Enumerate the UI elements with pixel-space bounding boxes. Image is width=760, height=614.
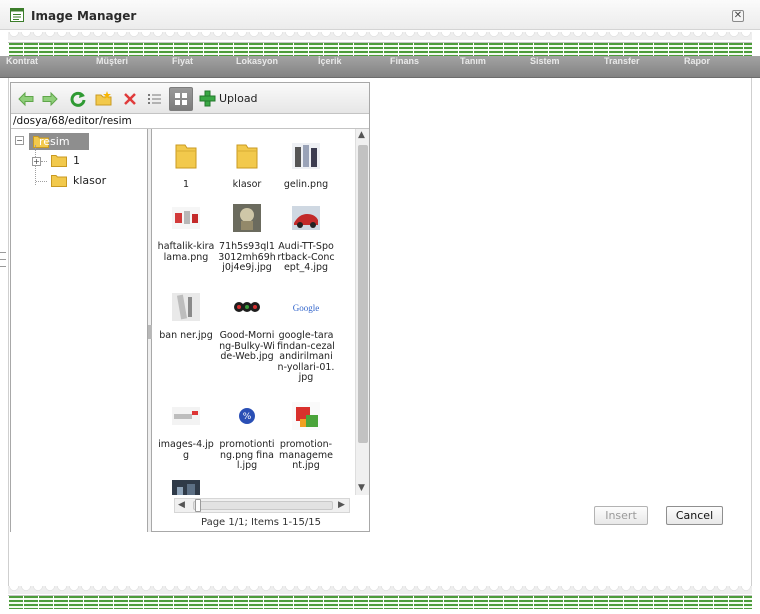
svg-text:Google: Google bbox=[293, 303, 320, 313]
delete-icon[interactable] bbox=[121, 90, 139, 108]
tree-connector bbox=[36, 181, 47, 182]
image-thumbnail bbox=[292, 402, 320, 430]
back-arrow-icon[interactable] bbox=[17, 90, 35, 108]
file-item[interactable] bbox=[157, 479, 215, 495]
file-item[interactable]: promotion-management.jpg bbox=[277, 401, 335, 472]
window-title: Image Manager bbox=[31, 9, 137, 23]
decorative-strip-top bbox=[8, 42, 752, 56]
file-item[interactable]: ban ner.jpg bbox=[157, 292, 215, 342]
new-folder-icon[interactable] bbox=[95, 90, 113, 108]
pager-status: Page 1/1; Items 1-15/15 bbox=[201, 517, 321, 528]
list-view-icon[interactable] bbox=[145, 90, 163, 108]
file-item[interactable]: gelin.png bbox=[277, 141, 335, 191]
folder-icon bbox=[51, 155, 67, 167]
file-item[interactable]: Good-Morning-Bulky-Wide-Web.jpg bbox=[218, 292, 276, 363]
tree-label: 1 bbox=[73, 154, 80, 167]
file-item[interactable]: haftalik-kiralama.png bbox=[157, 203, 215, 263]
insert-button[interactable]: Insert bbox=[594, 506, 648, 525]
image-thumbnail bbox=[172, 407, 200, 425]
file-item[interactable]: Google google-tarafindan-cezalandirilman… bbox=[277, 292, 335, 384]
background-menu-bar: Kontrat Müşteri Fiyat Lokasyon İçerik Fi… bbox=[0, 56, 760, 78]
file-list: 1 klasor gelin.png haftalik-kiralama.png… bbox=[153, 129, 369, 532]
bg-menu-item: Transfer bbox=[604, 56, 640, 66]
file-item[interactable]: kelaycar bbox=[218, 479, 276, 495]
file-item[interactable]: % promotionting.png final.jpg bbox=[218, 401, 276, 472]
current-path: /dosya/68/editor/resim bbox=[11, 114, 369, 129]
bg-menu-item: Sistem bbox=[530, 56, 560, 66]
tree-connector bbox=[41, 161, 47, 162]
decorative-border-bottom bbox=[8, 586, 752, 594]
decorative-border-top bbox=[8, 32, 752, 40]
bg-menu-item: Tanım bbox=[460, 56, 486, 66]
bg-menu-item: Lokasyon bbox=[236, 56, 279, 66]
tree-label: resim bbox=[39, 135, 70, 148]
image-thumbnail: kelaycar bbox=[291, 479, 321, 495]
zoom-slider-handle[interactable] bbox=[195, 499, 201, 512]
image-manager-icon bbox=[10, 8, 24, 22]
svg-text:%: % bbox=[243, 412, 252, 422]
image-thumbnail bbox=[172, 480, 200, 495]
bg-menu-item: İçerik bbox=[318, 56, 342, 66]
image-thumbnail bbox=[233, 298, 261, 316]
pane-splitter[interactable] bbox=[148, 129, 152, 532]
background-edge-marks bbox=[0, 250, 6, 280]
thumbnail-view-button[interactable] bbox=[169, 87, 193, 111]
image-thumbnail bbox=[233, 204, 261, 232]
folder-icon bbox=[236, 144, 258, 169]
decorative-strip-bottom bbox=[8, 595, 752, 609]
bg-menu-item: Müşteri bbox=[96, 56, 129, 66]
image-thumbnail: kelaycar bbox=[232, 479, 262, 495]
refresh-icon[interactable] bbox=[69, 90, 87, 108]
image-thumbnail bbox=[172, 293, 200, 321]
scroll-left-icon[interactable]: ◀ bbox=[178, 500, 185, 510]
folder-tree: − resim + 1 klasor bbox=[11, 129, 148, 532]
image-thumbnail bbox=[292, 206, 320, 230]
image-thumbnail bbox=[292, 143, 320, 169]
file-item[interactable]: Audi-TT-Sportback-Concept_4.jpg bbox=[277, 203, 335, 274]
folder-icon bbox=[175, 144, 197, 169]
vertical-scrollbar[interactable]: ▲ ▼ bbox=[355, 129, 369, 495]
file-item[interactable]: kelaycar bbox=[277, 479, 335, 495]
toolbar: Upload bbox=[11, 83, 369, 114]
forward-arrow-icon[interactable] bbox=[41, 90, 59, 108]
file-item[interactable]: images-4.jpg bbox=[157, 401, 215, 461]
window-titlebar: Image Manager ✕ bbox=[0, 0, 760, 30]
image-thumbnail: % bbox=[233, 402, 261, 430]
folder-icon bbox=[51, 175, 67, 187]
close-icon[interactable]: ✕ bbox=[732, 10, 744, 22]
bg-menu-item: Kontrat bbox=[6, 56, 38, 66]
file-item[interactable]: 1 bbox=[157, 141, 215, 191]
tree-node-klasor[interactable]: klasor bbox=[51, 173, 131, 189]
bg-menu-item: Rapor bbox=[684, 56, 711, 66]
thumbnail-view-icon bbox=[175, 93, 187, 105]
bg-menu-item: Fiyat bbox=[172, 56, 194, 66]
file-item[interactable]: klasor bbox=[218, 141, 276, 191]
upload-label: Upload bbox=[219, 92, 258, 105]
scroll-down-icon[interactable]: ▼ bbox=[358, 483, 365, 493]
tree-label: klasor bbox=[73, 174, 107, 187]
upload-icon bbox=[199, 90, 216, 107]
file-grid: 1 klasor gelin.png haftalik-kiralama.png… bbox=[153, 129, 355, 495]
scroll-right-icon[interactable]: ▶ bbox=[338, 500, 345, 510]
horizontal-scrollbar[interactable]: ◀ ▶ bbox=[174, 498, 350, 513]
image-manager-panel: Upload /dosya/68/editor/resim − resim + … bbox=[10, 82, 370, 532]
file-item[interactable]: 71h5s93ql13012mh69hj0j4e9j.jpg bbox=[218, 203, 276, 274]
image-thumbnail bbox=[172, 207, 200, 229]
vertical-scroll-thumb[interactable] bbox=[358, 145, 368, 443]
horizontal-scroll-track[interactable] bbox=[193, 501, 333, 510]
tree-node-resim[interactable]: resim bbox=[15, 133, 95, 150]
image-thumbnail: Google bbox=[291, 292, 321, 322]
tree-node-1[interactable]: 1 bbox=[51, 153, 111, 169]
tree-node-1-expander[interactable]: + bbox=[32, 157, 41, 166]
cancel-button[interactable]: Cancel bbox=[666, 506, 723, 525]
bg-menu-item: Finans bbox=[390, 56, 420, 66]
scroll-up-icon[interactable]: ▲ bbox=[358, 130, 365, 140]
